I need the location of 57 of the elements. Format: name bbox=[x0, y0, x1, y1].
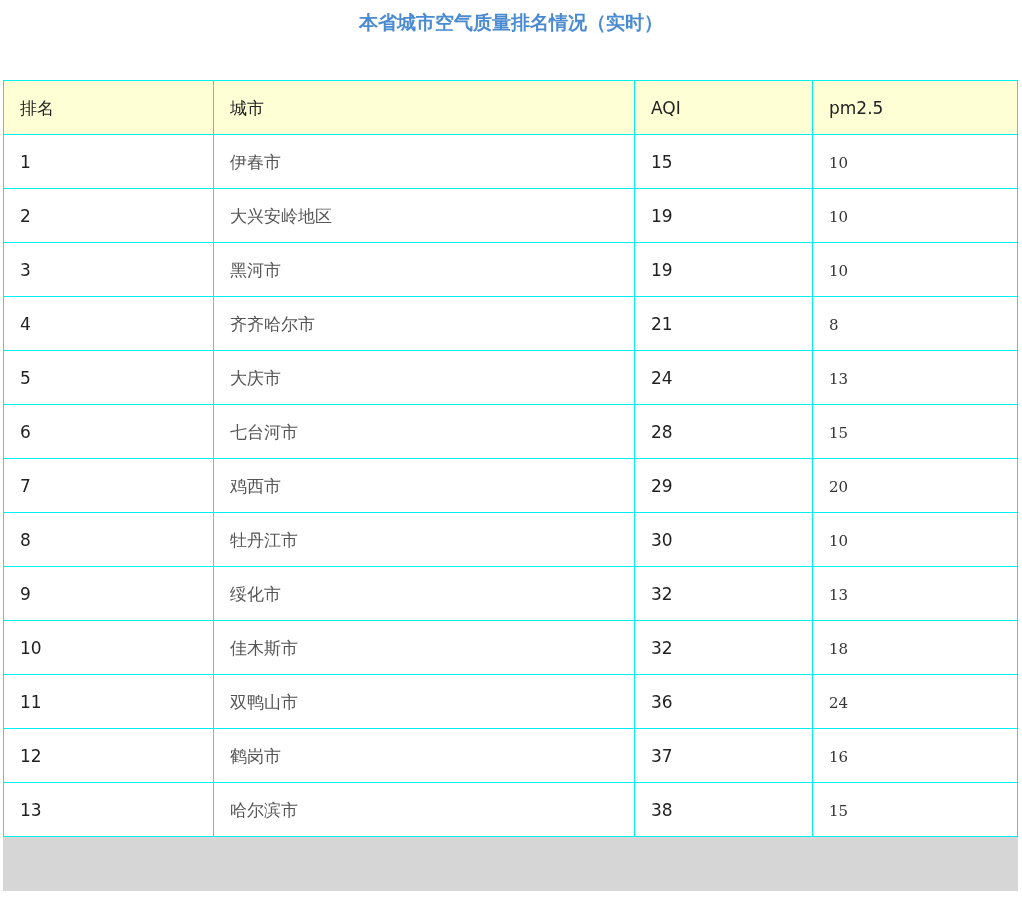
table-cell: 30 bbox=[634, 512, 813, 567]
table-cell: 10 bbox=[3, 620, 214, 675]
table-cell: 七台河市 bbox=[213, 404, 635, 459]
page-title: 本省城市空气质量排名情况（实时） bbox=[357, 10, 664, 35]
table-cell: 佳木斯市 bbox=[213, 620, 635, 675]
table-cell: 6 bbox=[3, 404, 214, 459]
table-cell: 15 bbox=[634, 134, 813, 189]
column-header: AQI bbox=[634, 80, 813, 135]
table-cell: 12 bbox=[3, 728, 214, 783]
table-cell: 15 bbox=[812, 782, 1018, 837]
table-cell: 20 bbox=[812, 458, 1018, 513]
table-cell: 32 bbox=[634, 566, 813, 621]
table-cell: 24 bbox=[812, 674, 1018, 729]
table-cell: 10 bbox=[812, 242, 1018, 297]
table-cell: 鹤岗市 bbox=[213, 728, 635, 783]
table-cell: 36 bbox=[634, 674, 813, 729]
table-cell: 29 bbox=[634, 458, 813, 513]
table-cell: 10 bbox=[812, 134, 1018, 189]
table-cell: 9 bbox=[3, 566, 214, 621]
table-cell: 15 bbox=[812, 404, 1018, 459]
table-cell: 鸡西市 bbox=[213, 458, 635, 513]
table-cell: 黑河市 bbox=[213, 242, 635, 297]
table-cell: 24 bbox=[634, 350, 813, 405]
table-cell: 3 bbox=[3, 242, 214, 297]
table-cell: 37 bbox=[634, 728, 813, 783]
table-cell: 齐齐哈尔市 bbox=[213, 296, 635, 351]
table-cell: 10 bbox=[812, 188, 1018, 243]
table-cell: 1 bbox=[3, 134, 214, 189]
column-header: 排名 bbox=[3, 80, 214, 135]
table-cell: 10 bbox=[812, 512, 1018, 567]
table-cell: 绥化市 bbox=[213, 566, 635, 621]
table-cell: 13 bbox=[812, 566, 1018, 621]
table-cell: 7 bbox=[3, 458, 214, 513]
table-cell: 38 bbox=[634, 782, 813, 837]
table-cell: 18 bbox=[812, 620, 1018, 675]
table-cell: 5 bbox=[3, 350, 214, 405]
table-cell: 伊春市 bbox=[213, 134, 635, 189]
table-cell: 19 bbox=[634, 188, 813, 243]
table-cell: 8 bbox=[3, 512, 214, 567]
table-cell: 大兴安岭地区 bbox=[213, 188, 635, 243]
column-header: 城市 bbox=[213, 80, 635, 135]
table-cell: 8 bbox=[812, 296, 1018, 351]
table-cell: 28 bbox=[634, 404, 813, 459]
table-cell: 21 bbox=[634, 296, 813, 351]
table-cell: 13 bbox=[812, 350, 1018, 405]
table-cell: 牡丹江市 bbox=[213, 512, 635, 567]
table-cell: 13 bbox=[3, 782, 214, 837]
table-cell: 双鸭山市 bbox=[213, 674, 635, 729]
table-cell: 32 bbox=[634, 620, 813, 675]
table-cell: 哈尔滨市 bbox=[213, 782, 635, 837]
table-cell: 16 bbox=[812, 728, 1018, 783]
column-header: pm2.5 bbox=[812, 80, 1018, 135]
table-cell: 19 bbox=[634, 242, 813, 297]
table-cell: 2 bbox=[3, 188, 214, 243]
table-cell: 大庆市 bbox=[213, 350, 635, 405]
table-cell: 4 bbox=[3, 296, 214, 351]
table-cell: 11 bbox=[3, 674, 214, 729]
